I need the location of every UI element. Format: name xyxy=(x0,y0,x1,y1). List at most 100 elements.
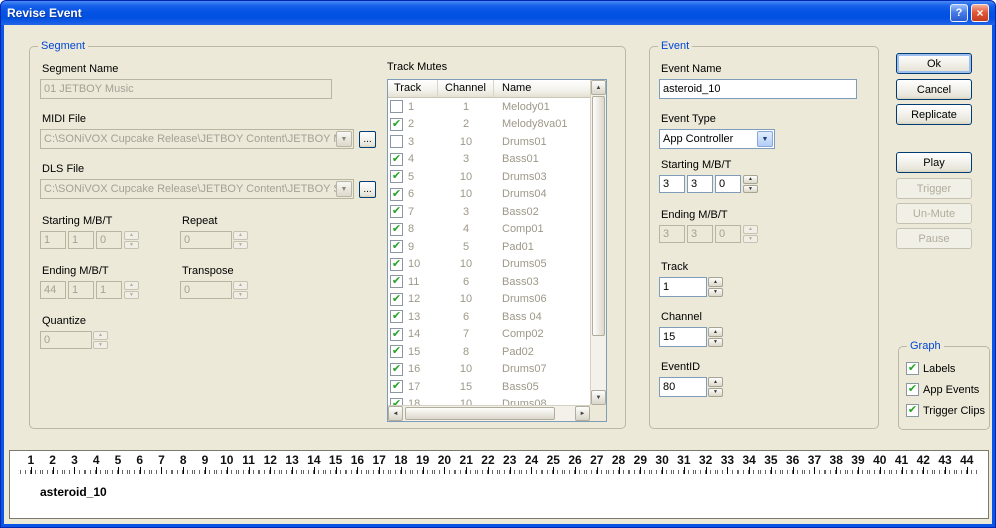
track-mute-row[interactable]: ✔510Drums03 xyxy=(388,168,590,186)
track-mute-row[interactable]: 11Melody01 xyxy=(388,98,590,116)
column-header-channel[interactable]: Channel xyxy=(438,80,494,97)
timeline-clip-label[interactable]: asteroid_10 xyxy=(40,485,107,499)
track-mute-row[interactable]: ✔1610Drums07 xyxy=(388,361,590,379)
mute-checkbox[interactable] xyxy=(390,135,403,148)
event-channel-field[interactable]: 15 xyxy=(659,327,707,347)
mute-checkbox[interactable]: ✔ xyxy=(390,275,403,288)
scroll-up-icon[interactable]: ▲ xyxy=(591,80,606,95)
scroll-left-icon[interactable]: ◄ xyxy=(388,406,403,421)
column-header-name[interactable]: Name xyxy=(494,80,590,97)
vertical-scroll-thumb[interactable] xyxy=(592,96,605,336)
track-mute-row[interactable]: 310Drums01 xyxy=(388,133,590,151)
event-name-field[interactable]: asteroid_10 xyxy=(659,79,857,99)
vertical-scrollbar[interactable]: ▲ ▼ xyxy=(590,80,606,405)
mute-checkbox[interactable]: ✔ xyxy=(390,380,403,393)
mute-checkbox[interactable] xyxy=(390,100,403,113)
event-type-combo[interactable]: App Controller ▼ xyxy=(659,129,775,149)
ruler-cell: 8 xyxy=(172,454,194,475)
name-cell: Melody01 xyxy=(494,101,590,113)
track-mute-row[interactable]: ✔73Bass02 xyxy=(388,203,590,221)
mute-checkbox[interactable]: ✔ xyxy=(390,118,403,131)
track-mute-row[interactable]: ✔147Comp02 xyxy=(388,326,590,344)
mute-checkbox[interactable]: ✔ xyxy=(390,205,403,218)
event-ending-spinner: ▲▼ xyxy=(743,225,758,243)
event-id-field[interactable]: 80 xyxy=(659,377,707,397)
event-channel-spinner[interactable]: ▲▼ xyxy=(708,327,723,347)
column-header-track[interactable]: Track xyxy=(388,80,438,97)
event-starting-measure[interactable]: 3 xyxy=(659,175,685,193)
mute-checkbox[interactable]: ✔ xyxy=(390,153,403,166)
spin-up-icon[interactable]: ▲ xyxy=(708,327,723,337)
graph-checkbox[interactable]: ✔ xyxy=(906,362,919,375)
repeat-spinner: ▲▼ xyxy=(233,231,248,249)
spin-down-icon[interactable]: ▼ xyxy=(708,338,723,348)
cancel-button[interactable]: Cancel xyxy=(896,79,972,100)
name-cell: Bass02 xyxy=(494,206,590,218)
spin-up-icon[interactable]: ▲ xyxy=(743,175,758,184)
channel-cell: 7 xyxy=(438,328,494,340)
track-mute-row[interactable]: ✔136Bass 04 xyxy=(388,308,590,326)
event-id-label: EventID xyxy=(661,361,700,373)
mute-checkbox[interactable]: ✔ xyxy=(390,310,403,323)
timeline[interactable]: 1234567891011121314151617181920212223242… xyxy=(9,450,989,519)
event-starting-beat[interactable]: 3 xyxy=(687,175,713,193)
track-mute-row[interactable]: ✔22Melody8va01 xyxy=(388,116,590,134)
track-mute-row[interactable]: ✔1010Drums05 xyxy=(388,256,590,274)
track-cell: ✔11 xyxy=(388,275,438,288)
track-mute-row[interactable]: ✔116Bass03 xyxy=(388,273,590,291)
track-mute-row[interactable]: ✔1715Bass05 xyxy=(388,378,590,396)
track-mute-row[interactable]: ✔1810Drums08 xyxy=(388,396,590,406)
play-button[interactable]: Play xyxy=(896,152,972,173)
spin-down-icon[interactable]: ▼ xyxy=(743,185,758,194)
track-mute-row[interactable]: ✔84Comp01 xyxy=(388,221,590,239)
mute-checkbox[interactable]: ✔ xyxy=(390,345,403,358)
spin-down-icon[interactable]: ▼ xyxy=(708,288,723,298)
event-type-dropdown-icon[interactable]: ▼ xyxy=(757,131,773,147)
track-mute-row[interactable]: ✔158Pad02 xyxy=(388,343,590,361)
ruler-ticks xyxy=(259,467,281,475)
graph-checkbox[interactable]: ✔ xyxy=(906,404,919,417)
graph-option-app-events[interactable]: ✔App Events xyxy=(906,383,986,396)
mute-checkbox[interactable]: ✔ xyxy=(390,258,403,271)
replicate-button[interactable]: Replicate xyxy=(896,104,972,125)
channel-cell: 10 xyxy=(438,136,494,148)
track-mute-row[interactable]: ✔610Drums04 xyxy=(388,186,590,204)
ruler-number: 35 xyxy=(760,454,782,467)
event-id-spinner[interactable]: ▲▼ xyxy=(708,377,723,397)
spin-up-icon[interactable]: ▲ xyxy=(708,377,723,387)
horizontal-scrollbar[interactable]: ◄ ► xyxy=(388,405,590,421)
mute-checkbox[interactable]: ✔ xyxy=(390,363,403,376)
event-track-spinner[interactable]: ▲▼ xyxy=(708,277,723,297)
ruler-ticks xyxy=(172,467,194,475)
track-mute-row[interactable]: ✔95Pad01 xyxy=(388,238,590,256)
horizontal-scroll-thumb[interactable] xyxy=(405,407,555,420)
mute-checkbox[interactable]: ✔ xyxy=(390,188,403,201)
ruler-cell: 42 xyxy=(912,454,934,475)
scroll-down-icon[interactable]: ▼ xyxy=(591,390,606,405)
spin-down-icon[interactable]: ▼ xyxy=(708,388,723,398)
event-track-field[interactable]: 1 xyxy=(659,277,707,297)
graph-checkbox[interactable]: ✔ xyxy=(906,383,919,396)
mute-checkbox[interactable]: ✔ xyxy=(390,398,403,405)
ok-button[interactable]: Ok xyxy=(896,53,972,74)
midi-file-browse-button[interactable]: ... xyxy=(359,131,376,148)
ruler-number: 33 xyxy=(717,454,739,467)
scroll-right-icon[interactable]: ► xyxy=(575,406,590,421)
mute-checkbox[interactable]: ✔ xyxy=(390,293,403,306)
dls-file-browse-button[interactable]: ... xyxy=(359,181,376,198)
close-button[interactable]: × xyxy=(971,4,989,22)
mute-checkbox[interactable]: ✔ xyxy=(390,240,403,253)
help-button[interactable]: ? xyxy=(950,4,968,22)
track-mutes-list[interactable]: Track Channel Name 11Melody01✔22Melody8v… xyxy=(387,79,607,422)
mute-checkbox[interactable]: ✔ xyxy=(390,223,403,236)
mute-checkbox[interactable]: ✔ xyxy=(390,170,403,183)
mute-checkbox[interactable]: ✔ xyxy=(390,328,403,341)
titlebar[interactable]: Revise Event ? × xyxy=(1,1,995,25)
event-starting-spinner[interactable]: ▲▼ xyxy=(743,175,758,193)
track-mute-row[interactable]: ✔1210Drums06 xyxy=(388,291,590,309)
graph-option-labels[interactable]: ✔Labels xyxy=(906,362,986,375)
track-mute-row[interactable]: ✔43Bass01 xyxy=(388,151,590,169)
graph-option-trigger-clips[interactable]: ✔Trigger Clips xyxy=(906,404,986,417)
event-starting-tick[interactable]: 0 xyxy=(715,175,741,193)
spin-up-icon[interactable]: ▲ xyxy=(708,277,723,287)
